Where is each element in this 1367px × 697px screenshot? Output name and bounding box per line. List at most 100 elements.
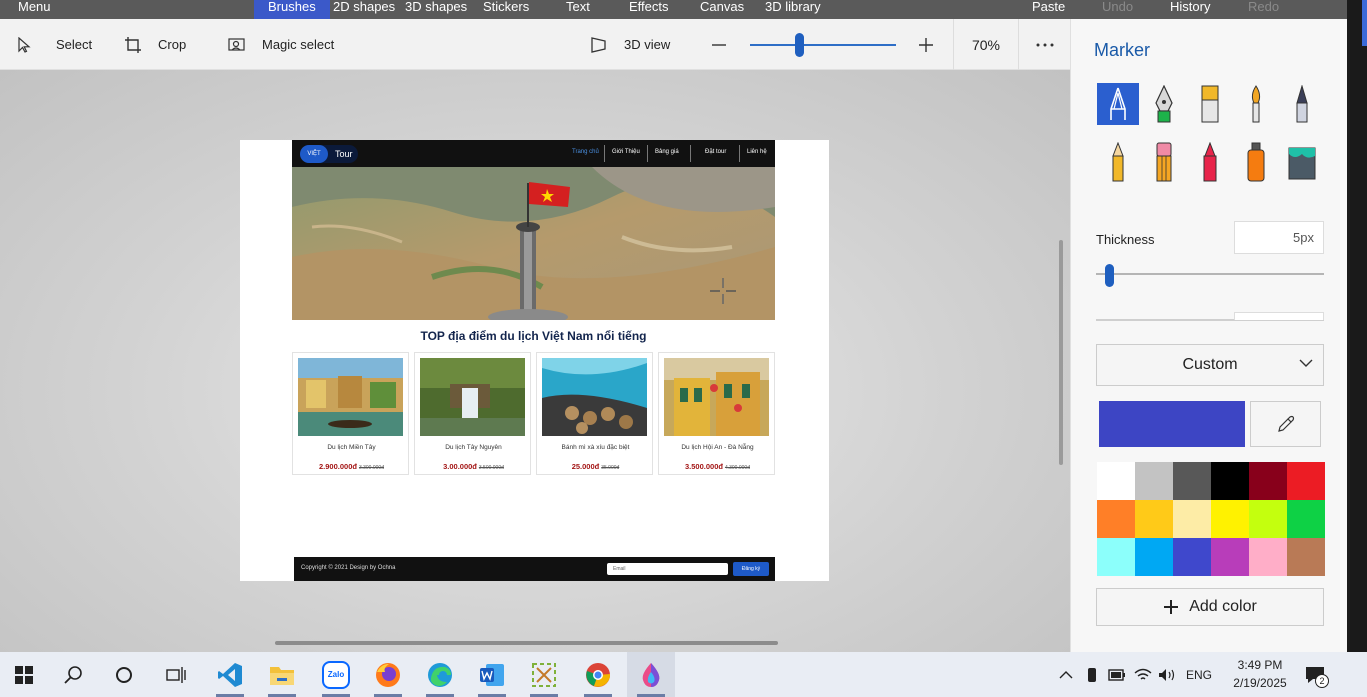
chrome-icon[interactable] — [574, 652, 622, 697]
tour-price: 3.500.000đ — [685, 462, 723, 471]
tour-card: Bánh mì xà xíu đặc biệt 25.000đ 35.000đ — [536, 352, 653, 475]
color-swatch[interactable] — [1287, 538, 1325, 576]
word-icon[interactable] — [468, 652, 516, 697]
color-swatch[interactable] — [1211, 538, 1249, 576]
redo-button[interactable]: Redo — [1248, 0, 1279, 19]
tab-stickers[interactable]: Stickers — [483, 0, 529, 19]
color-swatch[interactable] — [1173, 538, 1211, 576]
undo-button[interactable]: Undo — [1102, 0, 1133, 19]
system-clock[interactable]: 3:49 PM 2/19/2025 — [1220, 656, 1300, 692]
tab-brushes[interactable]: Brushes — [254, 0, 330, 19]
thickness-input[interactable]: 5px — [1234, 221, 1324, 254]
color-swatch[interactable] — [1097, 538, 1135, 576]
color-swatch[interactable] — [1249, 538, 1287, 576]
paint3d-icon[interactable] — [627, 652, 675, 697]
snipping-icon[interactable] — [520, 652, 568, 697]
nav-about: Giới Thiệu — [612, 149, 640, 155]
more-options-button[interactable] — [1036, 19, 1054, 70]
tab-2d-shapes[interactable]: 2D shapes — [333, 0, 395, 19]
history-button[interactable]: History — [1170, 0, 1210, 19]
zoom-percentage[interactable]: 70% — [953, 19, 1019, 70]
color-swatch[interactable] — [1211, 462, 1249, 500]
select-label: Select — [56, 37, 93, 52]
notification-icon[interactable]: 2 — [1300, 652, 1330, 697]
color-swatch[interactable] — [1173, 500, 1211, 538]
3d-view-toggle[interactable]: 3D view — [590, 19, 670, 70]
volume-icon[interactable] — [1156, 652, 1178, 697]
language-indicator[interactable]: ENG — [1182, 652, 1216, 697]
website-navbar: VIỆT Tour Trang chủ Giới Thiệu Bảng giá … — [292, 140, 775, 167]
cortana-icon[interactable] — [100, 652, 148, 697]
thickness-label: Thickness — [1096, 232, 1155, 247]
tab-canvas[interactable]: Canvas — [700, 0, 744, 19]
color-swatch[interactable] — [1097, 500, 1135, 538]
calligraphy-pen-icon[interactable] — [1143, 83, 1185, 125]
tour-photo — [420, 358, 525, 436]
thickness-slider-thumb[interactable] — [1105, 264, 1114, 287]
vscode-icon[interactable] — [206, 652, 254, 697]
color-swatch[interactable] — [1249, 500, 1287, 538]
battery-icon[interactable] — [1106, 652, 1128, 697]
tour-photo — [298, 358, 403, 436]
fill-bucket-icon[interactable] — [1281, 141, 1323, 183]
select-tool[interactable]: Select — [16, 19, 92, 70]
thickness-slider-track[interactable] — [1096, 273, 1324, 275]
canvas-image[interactable]: VIỆT Tour Trang chủ Giới Thiệu Bảng giá … — [240, 140, 829, 581]
firefox-icon[interactable] — [364, 652, 412, 697]
phone-link-icon[interactable] — [1082, 652, 1102, 697]
oil-brush-icon[interactable] — [1189, 83, 1231, 125]
color-swatch[interactable] — [1135, 500, 1173, 538]
tour-prices: 3.500.000đ 4.300.000đ — [659, 456, 776, 474]
color-swatch[interactable] — [1287, 462, 1325, 500]
tour-price: 2.900.000đ — [319, 462, 357, 471]
magic-select-tool[interactable]: Magic select — [228, 19, 334, 70]
color-mode-dropdown[interactable]: Custom — [1096, 344, 1324, 386]
crayon-icon[interactable] — [1189, 141, 1231, 183]
start-icon[interactable] — [0, 652, 48, 697]
zalo-icon[interactable]: Zalo — [312, 652, 360, 697]
tour-name: Du lịch Miền Tây — [327, 444, 376, 451]
zoom-in-button[interactable] — [918, 19, 934, 70]
tab-3d-library[interactable]: 3D library — [765, 0, 821, 19]
tour-card: Du lịch Miền Tây 2.900.000đ 3.300.000đ — [292, 352, 409, 475]
search-icon[interactable] — [50, 652, 98, 697]
tour-old-price: 4.300.000đ — [724, 465, 750, 471]
color-swatch[interactable] — [1135, 462, 1173, 500]
current-color-swatch[interactable] — [1099, 401, 1245, 447]
color-swatch[interactable] — [1287, 500, 1325, 538]
watercolor-icon[interactable] — [1235, 83, 1277, 125]
color-swatch[interactable] — [1211, 500, 1249, 538]
zalo-label: Zalo — [322, 660, 350, 689]
marker-icon[interactable] — [1097, 83, 1139, 125]
eraser-icon[interactable] — [1143, 141, 1185, 183]
color-swatch[interactable] — [1249, 462, 1287, 500]
task-view-icon[interactable] — [152, 652, 200, 697]
color-swatch[interactable] — [1097, 462, 1135, 500]
zoom-slider-track[interactable] — [750, 44, 896, 46]
chevron-up-icon[interactable] — [1056, 652, 1076, 697]
horizontal-scrollbar[interactable] — [275, 641, 778, 645]
pixel-pen-icon[interactable] — [1281, 83, 1323, 125]
pencil-icon[interactable] — [1097, 141, 1139, 183]
color-swatch[interactable] — [1173, 462, 1211, 500]
eyedropper-button[interactable] — [1250, 401, 1321, 447]
crop-tool[interactable]: Crop — [124, 19, 186, 70]
opacity-input[interactable] — [1234, 312, 1324, 320]
edge-icon[interactable] — [416, 652, 464, 697]
nav-divider — [739, 145, 740, 162]
tab-text[interactable]: Text — [566, 0, 590, 19]
tab-effects[interactable]: Effects — [629, 0, 669, 19]
paste-button[interactable]: Paste — [1032, 0, 1065, 19]
zoom-slider-thumb[interactable] — [795, 33, 804, 57]
tab-3d-shapes[interactable]: 3D shapes — [405, 0, 467, 19]
add-color-button[interactable]: Add color — [1096, 588, 1324, 626]
3d-view-icon — [591, 36, 606, 53]
zoom-out-button[interactable] — [711, 19, 727, 70]
spray-can-icon[interactable] — [1235, 141, 1277, 183]
menu-button[interactable]: Menu — [18, 0, 51, 19]
vertical-scrollbar[interactable] — [1059, 240, 1063, 465]
file-explorer-icon[interactable] — [258, 652, 306, 697]
color-swatch[interactable] — [1135, 538, 1173, 576]
crop-label: Crop — [158, 37, 187, 52]
wifi-icon[interactable] — [1132, 652, 1154, 697]
